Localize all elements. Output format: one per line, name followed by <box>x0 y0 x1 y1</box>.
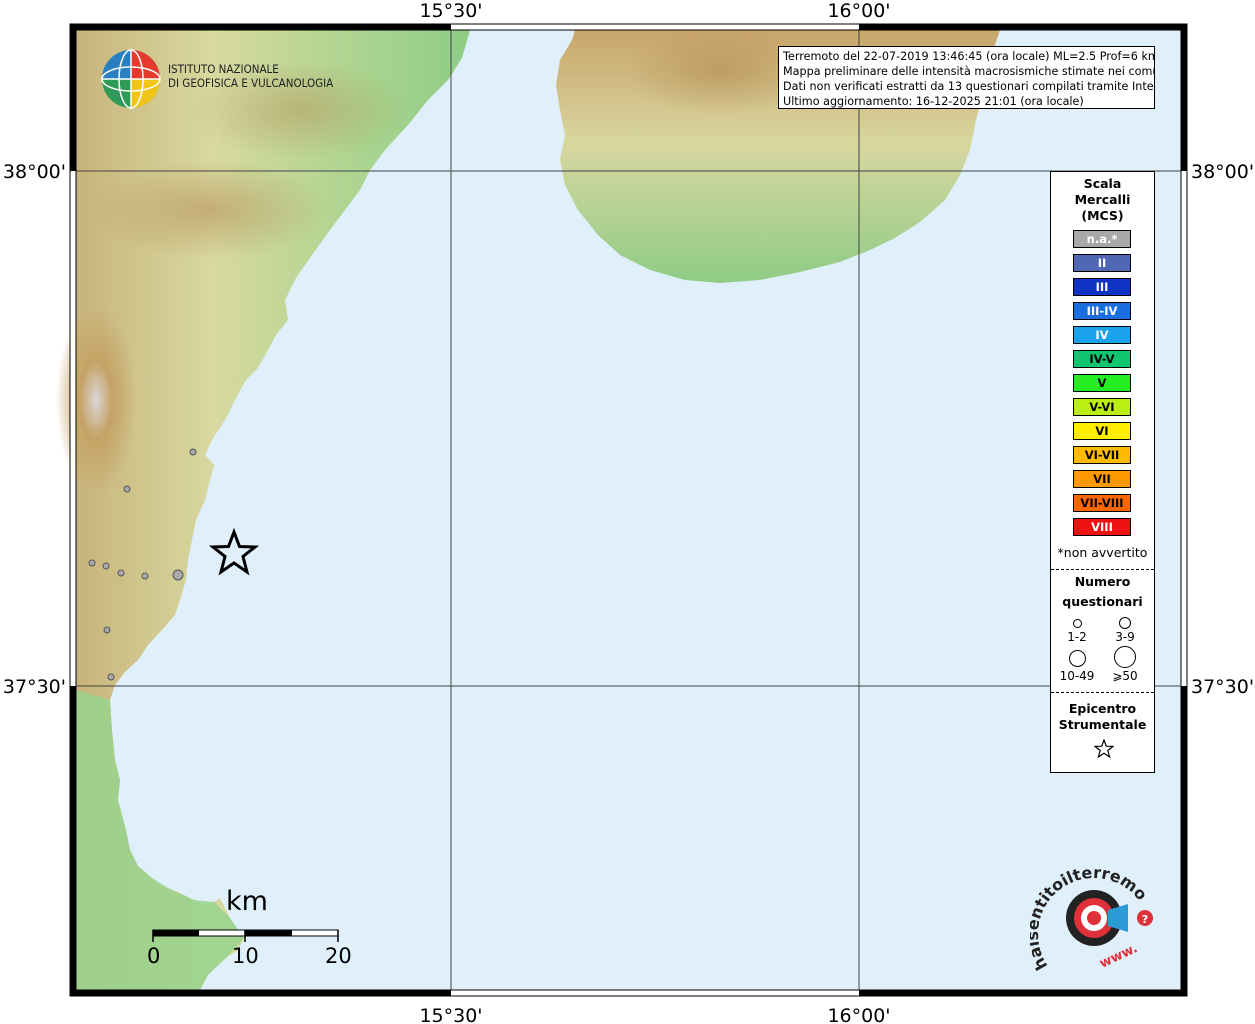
haisentito-logo[interactable]: haisentitoilterremoto.it ? www. <box>1030 862 1160 980</box>
legend-separator <box>1051 692 1154 693</box>
size-symbol-large <box>1069 650 1086 667</box>
lat-label-left-2: 37°30' <box>3 676 66 698</box>
observation-point[interactable] <box>117 569 125 577</box>
scalebar-unit: km <box>226 886 268 917</box>
intensity-swatch: IV-V <box>1073 350 1131 368</box>
event-info-line4: Ultimo aggiornamento: 16-12-2025 21:01 (… <box>783 95 1084 108</box>
intensity-swatch: VII-VIII <box>1073 494 1131 512</box>
lon-label-bottom-1: 15°30' <box>419 1005 482 1024</box>
legend-title-line1: Scala <box>1083 176 1122 191</box>
legend-title: Scala Mercalli (MCS) <box>1051 176 1154 224</box>
observation-point[interactable] <box>103 626 111 634</box>
institute-name-line2: DI GEOFISICA E VULCANOLOGIA <box>168 76 334 90</box>
epicenter-legend-star-icon <box>1094 739 1114 759</box>
observation-point[interactable] <box>123 485 131 493</box>
event-info-line1: Terremoto del 22-07-2019 13:46:45 (ora l… <box>783 50 1155 63</box>
size-symbol-medium <box>1119 617 1131 629</box>
scalebar-tick-label: 10 <box>232 944 259 968</box>
legend-separator <box>1051 569 1154 570</box>
lon-label-bottom-2: 16°00' <box>827 1005 890 1024</box>
not-felt-note: *non avvertito <box>1057 545 1148 560</box>
intensity-swatch: VII <box>1073 470 1131 488</box>
lat-label-right-2: 37°30' <box>1191 676 1254 698</box>
size-class-label: ⩾50 <box>1112 669 1138 683</box>
intensity-swatch: III <box>1073 278 1131 296</box>
intensity-swatch: V <box>1073 374 1131 392</box>
size-symbol-xlarge <box>1114 646 1136 668</box>
questionnaire-title-line2: questionari <box>1062 594 1143 609</box>
legend-title-line2: Mercalli <box>1074 192 1131 207</box>
event-info-line2: Mappa preliminare delle intensità macros… <box>783 65 1155 78</box>
observation-point[interactable] <box>172 569 184 581</box>
epicenter-title-line2: Strumentale <box>1058 717 1147 732</box>
lat-label-right-1: 38°00' <box>1191 161 1254 183</box>
legend-title-line3: (MCS) <box>1081 208 1124 223</box>
intensity-swatch: VIII <box>1073 518 1131 536</box>
observation-point[interactable] <box>88 559 96 567</box>
intensity-swatch: II <box>1073 254 1131 272</box>
observation-point[interactable] <box>102 562 110 570</box>
size-symbol-small <box>1073 619 1082 628</box>
epicenter-title-line1: Epicentro <box>1068 701 1137 716</box>
lon-label-top-2: 16°00' <box>827 0 890 22</box>
lon-label-top-1: 15°30' <box>419 0 482 22</box>
institute-name-line1: ISTITUTO NAZIONALE <box>168 62 279 76</box>
haisentito-www: www. <box>1097 941 1140 972</box>
size-class-label: 1-2 <box>1067 630 1087 644</box>
questionnaire-title-line1: Numero <box>1074 574 1131 589</box>
legend: Scala Mercalli (MCS) n.a.* II III III-IV IV I… <box>1050 171 1155 773</box>
institute-name: ISTITUTO NAZIONALE DI GEOFISICA E VULCAN… <box>168 62 333 90</box>
intensity-swatch: n.a.* <box>1073 230 1131 248</box>
size-class-label: 3-9 <box>1115 630 1135 644</box>
intensity-swatch: VI-VII <box>1073 446 1131 464</box>
observation-point[interactable] <box>107 673 115 681</box>
scalebar-tick-label: 20 <box>325 944 352 968</box>
intensity-swatch: IV <box>1073 326 1131 344</box>
ingv-logo <box>101 49 161 109</box>
observation-point[interactable] <box>189 448 197 456</box>
intensity-swatch: III-IV <box>1073 302 1131 320</box>
event-info-box: Terremoto del 22-07-2019 13:46:45 (ora l… <box>778 46 1155 109</box>
size-class-label: 10-49 <box>1059 669 1095 683</box>
scalebar-tick-label: 0 <box>147 944 161 968</box>
svg-text:?: ? <box>1142 913 1148 926</box>
intensity-swatch: VI <box>1073 422 1131 440</box>
lat-label-left-1: 38°00' <box>3 161 66 183</box>
event-info-line3: Dati non verificati estratti da 13 quest… <box>783 80 1155 93</box>
relief-aspromonte <box>56 305 136 495</box>
relief-north <box>90 160 330 260</box>
observation-point[interactable] <box>141 572 149 580</box>
intensity-swatch: V-VI <box>1073 398 1131 416</box>
